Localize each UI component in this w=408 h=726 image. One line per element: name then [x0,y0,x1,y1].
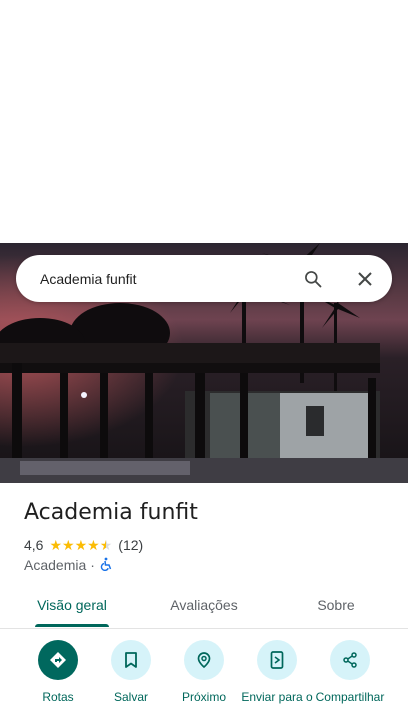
wheelchair-icon [99,557,113,574]
rating-row[interactable]: 4,6 ★ ★ ★ ★ ★ (12) [24,536,143,554]
separator: · [90,557,95,573]
tab-bar: Visão geral Avaliações Sobre [0,584,408,629]
active-tab-indicator [35,624,109,627]
directions-button[interactable]: Rotas [18,640,98,704]
send-to-phone-button[interactable]: Enviar para o [237,640,317,704]
send-to-phone-label: Enviar para o [241,690,313,704]
share-label: Compartilhar [315,690,385,704]
bookmark-icon [111,640,151,680]
save-button[interactable]: Salvar [91,640,171,704]
star-rating: ★ ★ ★ ★ ★ [49,538,112,552]
nearby-label: Próximo [181,690,226,704]
tab-reviews[interactable]: Avaliações [158,584,250,626]
half-star-icon: ★ [99,537,113,553]
send-to-phone-icon [257,640,297,680]
action-bar: Rotas Salvar Próximo Enviar para o Compa… [0,640,408,726]
star-icon: ★ [49,537,63,553]
star-icon: ★ [62,537,75,553]
save-label: Salvar [113,690,148,704]
place-title: Academia funfit [24,500,198,525]
tab-about[interactable]: Sobre [306,584,366,626]
category-label: Academia [24,557,87,573]
star-icon: ★ [87,537,100,553]
search-input[interactable]: Academia funfit [40,271,301,287]
nearby-button[interactable]: Próximo [164,640,244,704]
rating-value: 4,6 [24,537,44,553]
close-icon[interactable] [353,267,377,291]
directions-icon [38,640,78,680]
nearby-icon [184,640,224,680]
directions-label: Rotas [42,690,74,704]
review-count: (12) [118,537,144,553]
search-bar[interactable]: Academia funfit [16,255,392,302]
tab-overview[interactable]: Visão geral [27,584,117,626]
share-icon [330,640,370,680]
star-icon: ★ [74,537,88,553]
share-button[interactable]: Compartilhar [310,640,390,704]
category-row: Academia · [24,556,113,574]
search-icon[interactable] [301,267,325,291]
